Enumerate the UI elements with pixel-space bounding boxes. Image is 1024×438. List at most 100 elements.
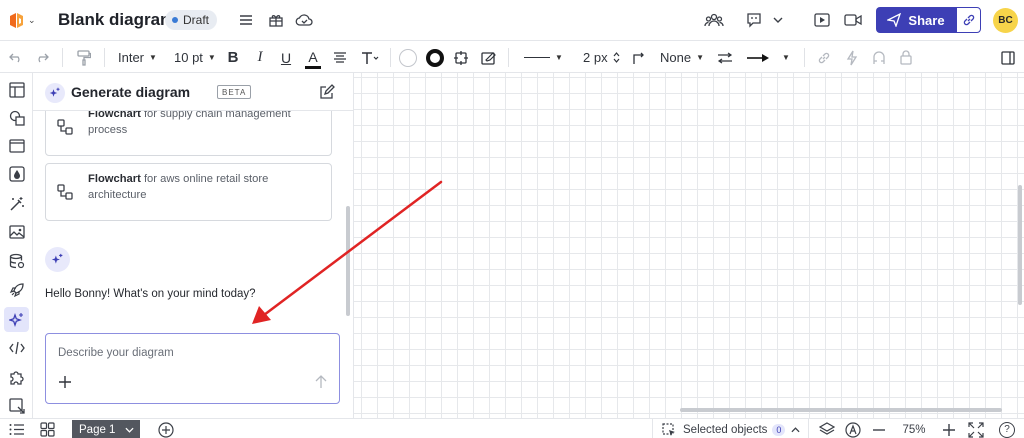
- selected-count-badge: 0: [772, 423, 786, 436]
- link-icon[interactable]: [816, 48, 832, 67]
- chevron-down-icon: ⌄: [28, 14, 36, 25]
- swap-arrows-icon[interactable]: [716, 48, 734, 67]
- document-title[interactable]: Blank diagram: [58, 10, 175, 30]
- user-avatar[interactable]: BC: [993, 8, 1018, 33]
- rail-generate-diagram[interactable]: [4, 307, 29, 332]
- rail-code[interactable]: [4, 335, 29, 360]
- line-width-select[interactable]: 2 px: [583, 48, 620, 67]
- panel-scroll-thumb[interactable]: [346, 206, 350, 316]
- font-size-select[interactable]: 10 pt ▼: [174, 48, 216, 67]
- arrow-end-icon: [747, 53, 769, 62]
- line-width-value: 2 px: [583, 50, 608, 65]
- text-options-icon[interactable]: [360, 48, 380, 67]
- text-color-button[interactable]: A: [305, 48, 321, 69]
- copy-link-button[interactable]: [956, 7, 981, 33]
- page-list-icon[interactable]: [8, 422, 26, 437]
- right-panel-toggle-icon[interactable]: [1000, 48, 1016, 67]
- suggestion-text: Flowchart for aws online retail store ar…: [88, 171, 323, 203]
- underline-button[interactable]: U: [279, 48, 293, 67]
- lock-icon[interactable]: [898, 48, 914, 67]
- caret-down-icon: ▼: [696, 53, 704, 62]
- line-start-select[interactable]: None ▼: [660, 48, 704, 67]
- app-logo-menu[interactable]: ⌄: [8, 11, 42, 29]
- magnet-icon[interactable]: [871, 48, 887, 67]
- menu-icon[interactable]: [236, 10, 256, 30]
- redo-icon[interactable]: [34, 48, 50, 67]
- comments-icon[interactable]: [744, 10, 764, 30]
- page-tab[interactable]: Page 1: [72, 420, 140, 438]
- diagram-canvas[interactable]: [354, 73, 1024, 418]
- fit-screen-icon[interactable]: [967, 421, 985, 438]
- bold-button[interactable]: B: [226, 48, 240, 67]
- chevron-down-icon[interactable]: [768, 10, 788, 30]
- rail-frames[interactable]: [4, 133, 29, 158]
- share-button[interactable]: Share: [876, 7, 956, 33]
- present-icon[interactable]: [812, 10, 832, 30]
- zoom-out-button[interactable]: [872, 422, 886, 437]
- accessibility-icon[interactable]: [844, 421, 862, 438]
- video-icon[interactable]: [843, 10, 863, 30]
- collaborators-icon[interactable]: [704, 10, 724, 30]
- style-picker-icon[interactable]: [480, 48, 498, 67]
- send-icon: [887, 13, 902, 27]
- line-style-icon: [524, 56, 550, 59]
- beta-badge: BETA: [217, 85, 252, 99]
- panel-scrollbar[interactable]: [344, 111, 352, 418]
- suggestion-card[interactable]: Flowchart for aws online retail store ar…: [45, 163, 332, 221]
- rail-integrations[interactable]: [4, 277, 29, 302]
- stepper-icon: [613, 52, 620, 63]
- format-toolbar: Inter ▼ 10 pt ▼ B I U A ▼ 2 px None ▼ ▼: [0, 40, 1024, 73]
- add-page-button[interactable]: [157, 421, 175, 438]
- line-swatch-icon: [426, 48, 444, 67]
- prompt-box[interactable]: [45, 333, 340, 404]
- rail-templates[interactable]: [4, 77, 29, 102]
- screenshot-icon: [8, 397, 25, 414]
- line-color-button[interactable]: [425, 48, 445, 67]
- prompt-input[interactable]: [58, 344, 328, 362]
- rail-capture[interactable]: [4, 393, 29, 418]
- divider: [62, 48, 63, 67]
- page-tab-label: Page 1: [79, 423, 116, 436]
- zoom-in-button[interactable]: [942, 422, 956, 437]
- shapes-icon: [9, 110, 25, 126]
- format-painter-icon[interactable]: [76, 48, 92, 67]
- sparkle-icon: [51, 253, 63, 264]
- generate-diagram-panel: Generate diagram BETA Flowchart for supp…: [33, 73, 354, 418]
- send-arrow-icon[interactable]: [315, 375, 327, 389]
- connector-style-icon[interactable]: [631, 48, 647, 67]
- divider: [804, 48, 805, 67]
- font-family-select[interactable]: Inter ▼: [118, 48, 157, 67]
- help-button[interactable]: ?: [998, 421, 1016, 438]
- zoom-level[interactable]: 75%: [901, 422, 927, 437]
- new-chat-icon[interactable]: [318, 83, 336, 101]
- line-style-select[interactable]: ▼: [524, 48, 563, 67]
- canvas-horizontal-scrollbar[interactable]: [680, 408, 1002, 412]
- minus-icon: [873, 428, 885, 431]
- lightning-icon[interactable]: [844, 48, 860, 67]
- rail-images[interactable]: [4, 219, 29, 244]
- text-align-icon[interactable]: [332, 48, 348, 67]
- top-bar: ⌄ Blank diagram Draft Share BC: [0, 0, 1024, 40]
- italic-button[interactable]: I: [253, 48, 267, 67]
- rail-magic[interactable]: [4, 191, 29, 216]
- plus-icon: [943, 423, 955, 436]
- selected-objects-button[interactable]: Selected objects 0: [662, 422, 800, 437]
- page-grid-icon[interactable]: [38, 422, 56, 437]
- undo-icon[interactable]: [8, 48, 24, 67]
- rail-data[interactable]: [4, 248, 29, 273]
- gift-icon[interactable]: [266, 10, 286, 30]
- rail-shapes[interactable]: [4, 105, 29, 130]
- line-end-select[interactable]: ▼: [746, 48, 790, 67]
- rail-fill[interactable]: [4, 161, 29, 186]
- canvas-vertical-scrollbar[interactable]: [1018, 185, 1022, 305]
- layers-icon[interactable]: [818, 422, 836, 437]
- crop-frame-icon[interactable]: [452, 48, 470, 67]
- cloud-saved-icon[interactable]: [294, 10, 314, 30]
- fill-color-button[interactable]: [398, 48, 418, 67]
- chevron-up-icon: [791, 426, 800, 432]
- chevron-down-icon[interactable]: [125, 427, 134, 433]
- rail-plugins[interactable]: [4, 364, 29, 389]
- caret-down-icon: ▼: [782, 53, 790, 62]
- plus-icon[interactable]: [58, 375, 72, 389]
- frame-icon: [8, 138, 25, 153]
